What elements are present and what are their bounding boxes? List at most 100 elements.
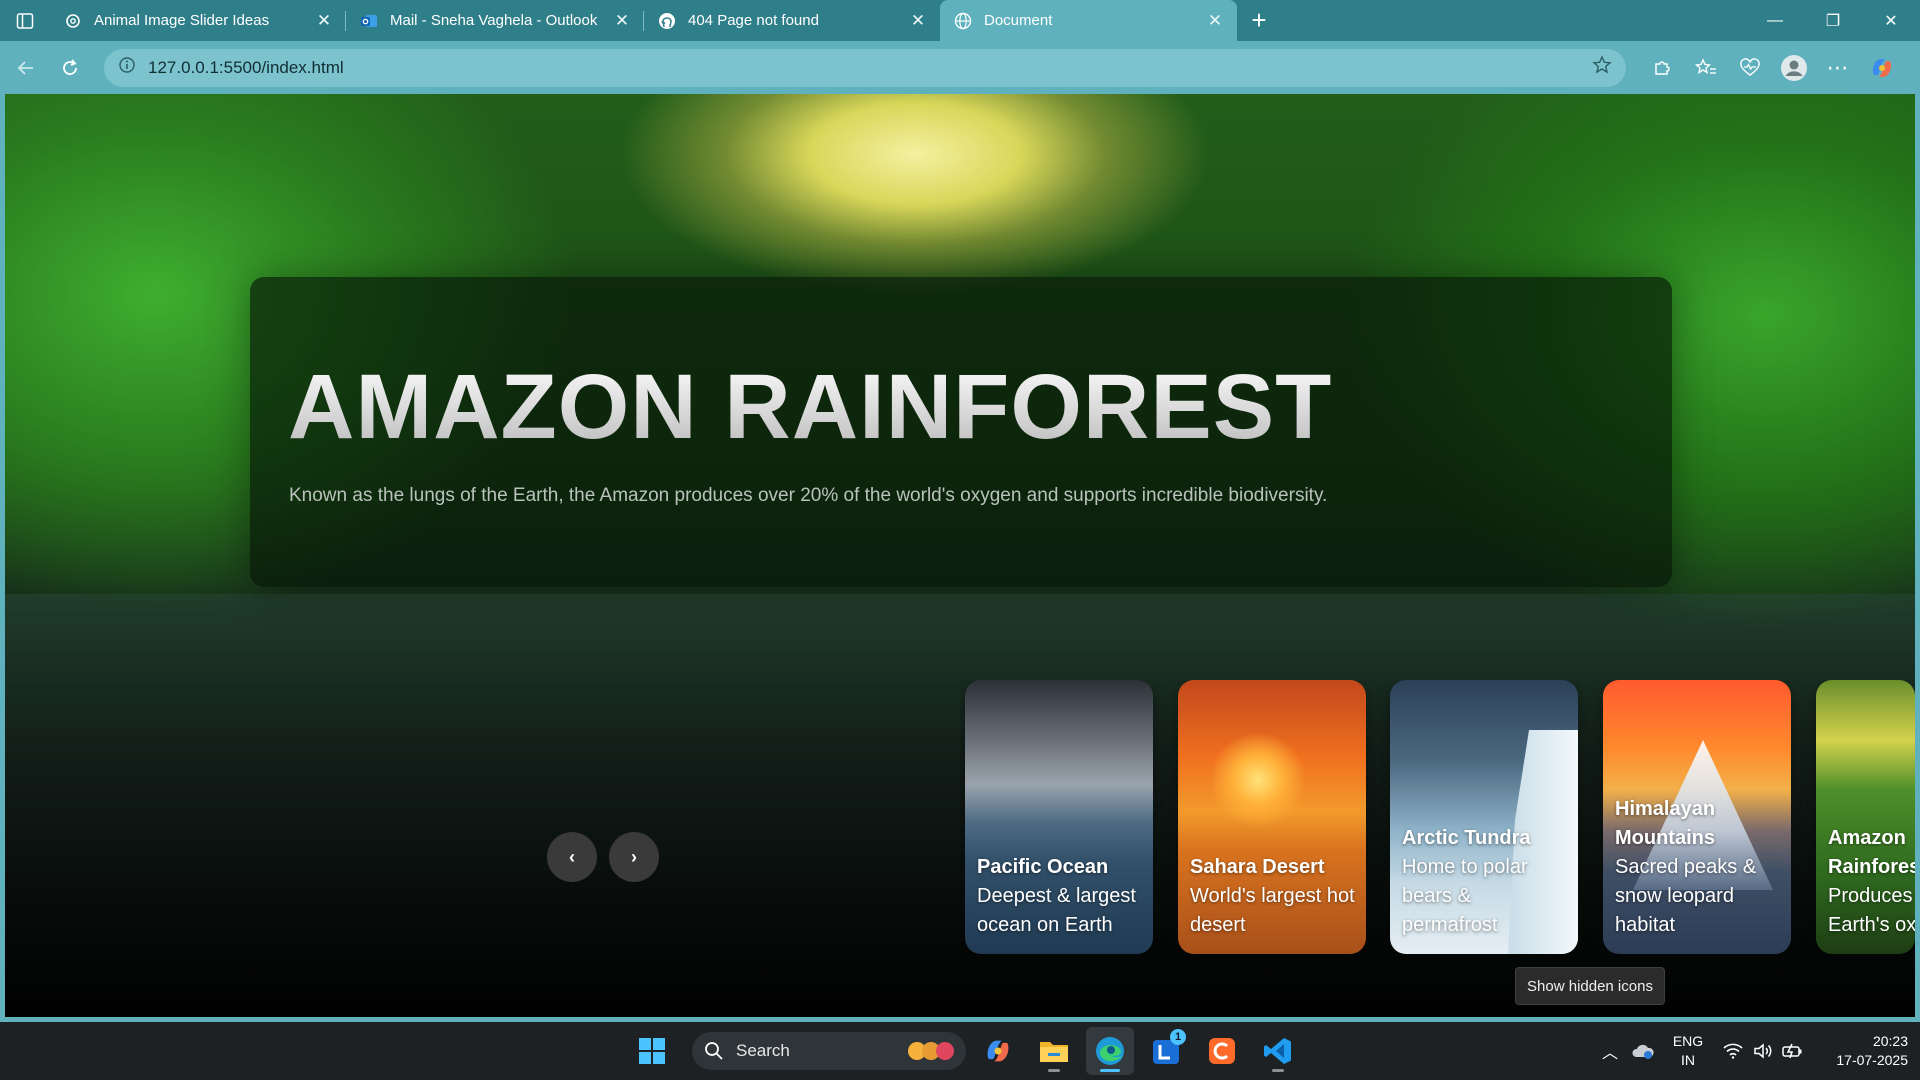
card-pacific-ocean[interactable]: Pacific Ocean Deepest & largest ocean on … [965,680,1153,954]
favorites-button[interactable] [1684,48,1728,88]
wifi-icon [1723,1043,1743,1059]
tab-outlook-mail[interactable]: Mail - Sneha Vaghela - Outlook ✕ [346,0,644,41]
favorite-star-icon[interactable] [1592,55,1612,80]
minimize-button[interactable]: — [1746,12,1804,30]
refresh-icon [63,58,77,75]
globe-icon [954,12,972,30]
c-app-icon [1209,1038,1235,1064]
system-clock[interactable]: 20:23 17-07-2025 [1808,1032,1908,1070]
show-hidden-icons-button[interactable]: ︿ [1592,1039,1628,1063]
hero-title: AMAZON RAINFOREST [288,356,1333,458]
taskbar-file-explorer[interactable] [1030,1027,1078,1075]
taskbar-copilot[interactable] [974,1027,1022,1075]
sidebar-toggle-icon [16,12,34,29]
search-icon [705,1042,723,1060]
card-name: Arctic Tundra [1402,827,1531,849]
close-tab-icon[interactable]: ✕ [612,11,632,31]
copilot-button[interactable] [1860,48,1904,88]
chevron-up-icon: ︿ [1601,1045,1618,1062]
taskbar-search[interactable]: Search [692,1032,966,1070]
battery-charging-icon [1782,1043,1802,1059]
edge-browser-icon [1096,1037,1124,1065]
vscode-icon [1264,1038,1291,1064]
cloud-icon [1632,1044,1654,1059]
tab-actions-button[interactable] [0,0,50,41]
card-description: World's largest hot desert [1190,885,1355,936]
taskbar-orange-app[interactable] [1198,1027,1246,1075]
taskbar-edge[interactable] [1086,1027,1134,1075]
tab-title: Mail - Sneha Vaghela - Outlook [390,12,598,29]
start-button[interactable] [632,1031,672,1071]
site-info-icon[interactable] [118,56,136,79]
prev-slide-button[interactable]: ‹ [547,832,597,882]
hero-panel: AMAZON RAINFOREST Known as the lungs of … [250,277,1672,587]
language-code: ENG [1672,1033,1704,1049]
language-indicator[interactable]: ENG IN [1658,1032,1718,1070]
battery-button[interactable] [1778,1043,1808,1059]
volume-button[interactable] [1748,1043,1778,1059]
card-arctic-tundra[interactable]: Arctic Tundra Home to polar bears & perma… [1390,680,1578,954]
plus-icon: + [1251,5,1267,35]
running-indicator [1100,1069,1120,1072]
clock-time: 20:23 [1872,1033,1908,1049]
refresh-button[interactable] [48,48,92,88]
card-description: Deepest & largest ocean on Earth [977,885,1136,936]
speaker-icon [1754,1043,1772,1059]
next-slide-button[interactable]: › [609,832,659,882]
taskbar-vscode[interactable] [1254,1027,1302,1075]
address-bar[interactable]: 127.0.0.1:5500/index.html [104,48,1626,87]
tab-github-404[interactable]: 404 Page not found ✕ [644,0,940,41]
favorites-list-icon [1695,57,1716,74]
tab-title: Animal Image Slider Ideas [94,12,270,29]
card-name: Himalayan Mountains [1615,798,1716,849]
card-sahara-desert[interactable]: Sahara Desert World's largest hot desert [1178,680,1366,954]
heart-pulse-icon [1740,57,1760,76]
browser-toolbar: 127.0.0.1:5500/index.html ⋯ [0,41,1920,94]
folder-icon [1040,1042,1068,1062]
chatgpt-icon [64,12,82,30]
clock-date: 17-07-2025 [1836,1052,1908,1068]
system-tray: ︿ ENG IN 20:23 17-07-2025 [1592,1022,1908,1080]
card-description: Home to polar bears & permafrost [1402,856,1528,936]
emoji-search-highlight-icon [908,1042,954,1060]
browser-essentials-button[interactable] [1728,48,1772,88]
puzzle-icon [1655,60,1670,75]
profile-avatar-icon [1781,54,1807,81]
card-description: Sacred peaks & snow leopard habitat [1615,856,1757,936]
chevron-right-icon: › [631,846,637,867]
card-amazon-rainforest[interactable]: Amazon Rainforest Produces Earth's oxy [1816,680,1915,954]
tab-document[interactable]: Document ✕ [940,0,1237,41]
card-description: Produces Earth's oxy [1828,885,1915,936]
card-name: Pacific Ocean [977,856,1109,878]
back-arrow-icon [17,60,33,75]
notification-badge: 1 [1170,1029,1186,1045]
region-code: IN [1681,1052,1695,1068]
tab-title: 404 Page not found [688,12,819,29]
extensions-button[interactable] [1640,48,1684,88]
taskbar-lens-app[interactable]: 1 [1142,1027,1190,1075]
thumbnail-cards: Pacific Ocean Deepest & largest ocean on … [960,680,1915,954]
copilot-app-icon [987,1040,1009,1062]
close-tab-icon[interactable]: ✕ [314,11,334,31]
page-viewport: AMAZON RAINFOREST Known as the lungs of … [5,94,1915,1017]
outlook-icon [360,12,378,30]
close-tab-icon[interactable]: ✕ [1205,11,1225,31]
close-tab-icon[interactable]: ✕ [908,11,928,31]
tab-animal-image-slider[interactable]: Animal Image Slider Ideas ✕ [50,0,346,41]
profile-button[interactable] [1772,48,1816,88]
chevron-left-icon: ‹ [569,846,575,867]
restore-button[interactable]: ❐ [1804,11,1862,31]
running-indicator [1272,1069,1284,1072]
close-window-button[interactable]: ✕ [1862,11,1920,31]
copilot-icon [1872,58,1892,77]
back-button[interactable] [4,48,48,88]
url-text: 127.0.0.1:5500/index.html [148,57,344,77]
taskbar: Search 1 ︿ ENG IN 20:23 17-07-2025 [0,1022,1920,1080]
new-tab-button[interactable]: + [1237,0,1281,41]
card-himalayan-mountains[interactable]: Himalayan Mountains Sacred peaks & snow l… [1603,680,1791,954]
card-name: Amazon Rainforest [1828,827,1915,878]
onedrive-tray-button[interactable] [1628,1042,1658,1060]
wifi-button[interactable] [1718,1043,1748,1059]
card-name: Sahara Desert [1190,856,1325,878]
settings-more-button[interactable]: ⋯ [1816,48,1860,88]
